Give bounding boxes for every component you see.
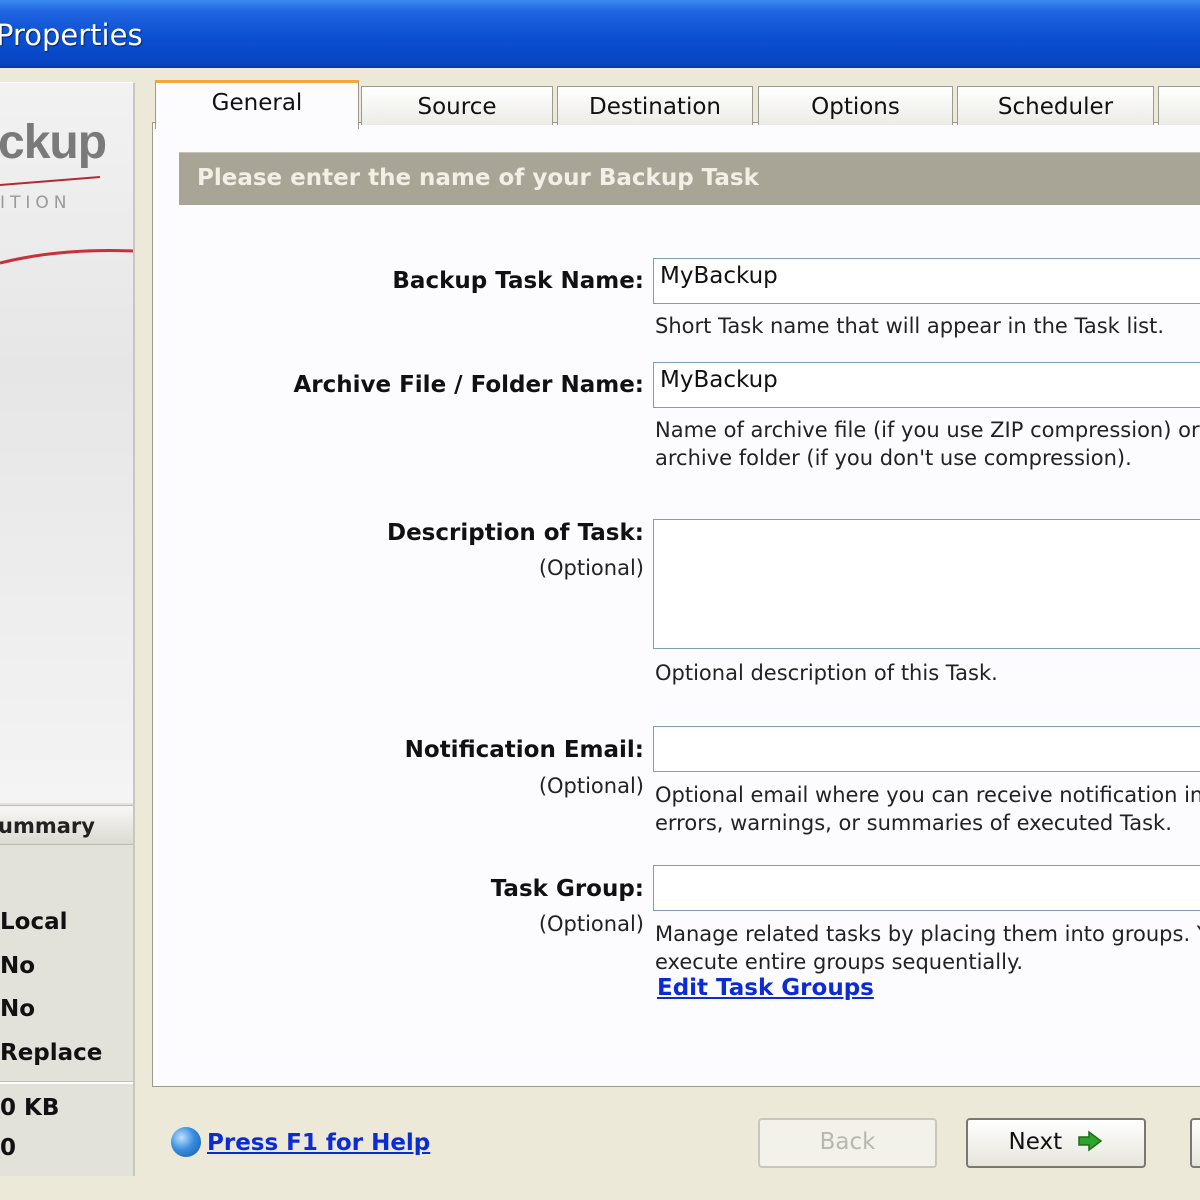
brand-swoosh [0, 176, 133, 265]
description-textarea[interactable] [654, 520, 1200, 632]
task-group-hint-line2: execute entire groups sequentially. [655, 950, 1024, 974]
summary-value-mode: Replace [0, 1040, 103, 1066]
summary-value-compression: No [0, 953, 36, 979]
archive-name-field[interactable] [653, 362, 1200, 408]
task-name-field[interactable] [653, 258, 1200, 304]
brand-edition-text: ITION [0, 193, 72, 213]
email-label: Notification Email: [404, 737, 644, 763]
summary-count: 0 [0, 1135, 17, 1161]
task-name-input[interactable] [654, 259, 1200, 293]
task-group-field[interactable] [653, 865, 1200, 911]
email-optional: (Optional) [538, 774, 644, 798]
next-button[interactable]: Next [966, 1118, 1146, 1168]
email-hint-line1: Optional email where you can receive not… [655, 783, 1200, 807]
brand-logo-text: ckup [0, 116, 107, 169]
summary-header: ummary [0, 805, 133, 845]
left-panel: ckup ITION ummary Local No No Replace 0 … [0, 82, 135, 1176]
archive-name-input[interactable] [654, 363, 1200, 397]
email-hint-line2: errors, warnings, or summaries of execut… [655, 811, 1172, 835]
task-group-label: Task Group: [490, 876, 644, 902]
task-group-optional: (Optional) [538, 912, 644, 936]
task-name-hint: Short Task name that will appear in the … [655, 314, 1165, 338]
archive-name-hint-line1: Name of archive file (if you use ZIP com… [655, 418, 1200, 442]
tab-source[interactable]: Source [361, 86, 553, 125]
archive-name-label: Archive File / Folder Name: [293, 372, 644, 398]
next-arrow-icon [1078, 1130, 1103, 1152]
tab-scheduler[interactable]: Scheduler [957, 86, 1154, 125]
summary-size: 0 KB [0, 1095, 60, 1121]
section-header: Please enter the name of your Backup Tas… [179, 152, 1200, 205]
summary-divider [0, 1081, 133, 1084]
section-header-text: Please enter the name of your Backup Tas… [197, 165, 759, 191]
edit-task-groups-link[interactable]: Edit Task Groups [657, 975, 874, 1001]
tab-more[interactable] [1158, 86, 1200, 125]
description-optional: (Optional) [538, 556, 644, 580]
summary-value-encryption: No [0, 996, 36, 1022]
task-group-input[interactable] [654, 866, 1200, 900]
help-link[interactable]: Press F1 for Help [207, 1130, 430, 1156]
back-button[interactable]: Back [758, 1118, 937, 1168]
help-globe-icon[interactable] [171, 1127, 201, 1157]
summary-title: ummary [0, 814, 95, 838]
summary-value-location: Local [0, 909, 68, 935]
archive-name-hint-line2: archive folder (if you don't use compres… [655, 446, 1132, 470]
brand-logo-area: ckup ITION [0, 83, 133, 803]
description-hint: Optional description of this Task. [655, 661, 998, 685]
task-name-label: Backup Task Name: [392, 268, 644, 294]
email-field[interactable] [653, 726, 1200, 772]
next-button-label: Next [1008, 1129, 1063, 1155]
description-label: Description of Task: [386, 520, 644, 546]
back-button-label: Back [819, 1129, 876, 1155]
window-title-bar[interactable]: Properties [0, 0, 1200, 68]
tab-destination[interactable]: Destination [557, 86, 753, 125]
task-group-hint-line1: Manage related tasks by placing them int… [655, 922, 1200, 946]
cancel-button[interactable] [1190, 1118, 1200, 1168]
tab-general[interactable]: General [155, 80, 359, 129]
window-title: Properties [0, 18, 143, 52]
tab-options[interactable]: Options [758, 86, 953, 125]
description-field[interactable] [653, 519, 1200, 649]
email-input[interactable] [654, 727, 1200, 761]
